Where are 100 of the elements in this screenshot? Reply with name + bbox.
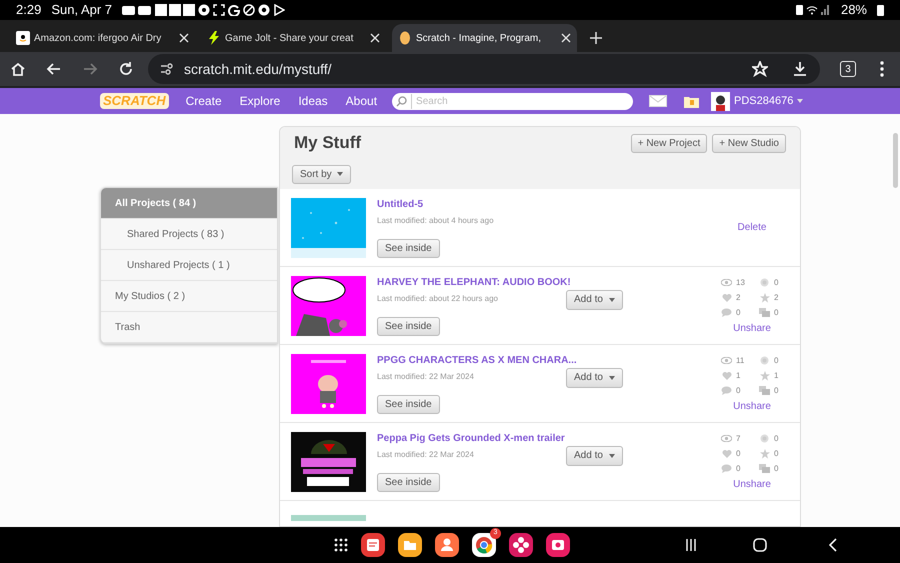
browser-icon [258, 4, 270, 16]
recent-apps-icon[interactable] [685, 538, 697, 552]
close-icon[interactable] [370, 33, 380, 43]
project-link[interactable]: Unshare [733, 320, 771, 336]
eye-icon [721, 279, 732, 286]
reload-icon[interactable] [118, 61, 134, 77]
last-modified: Last modified: 22 Mar 2024 [377, 370, 475, 382]
add-to-button[interactable]: Add to [566, 368, 623, 388]
tab-count-button[interactable]: 3 [840, 61, 856, 77]
sidebar-item[interactable]: Unshared Projects ( 1 ) [101, 250, 277, 281]
notes-app-icon[interactable] [361, 533, 385, 557]
sidebar-item[interactable]: Trash [101, 312, 277, 343]
project-title[interactable]: Untitled-5 [377, 198, 424, 212]
camera-app-icon[interactable] [546, 533, 570, 557]
project-link[interactable]: Unshare [733, 398, 771, 414]
stat-count: 0 [774, 384, 778, 396]
add-to-button[interactable]: Add to [566, 290, 623, 310]
stat-count: 0 [774, 306, 778, 318]
sidebar-item[interactable]: Shared Projects ( 83 ) [101, 219, 277, 250]
stat-count: 13 [736, 276, 745, 288]
circle-icon [759, 356, 770, 365]
browser-tab[interactable]: Scratch - Imagine, Program, [392, 24, 577, 52]
stat-count: 11 [736, 354, 744, 366]
squares-icon [759, 386, 770, 395]
site-settings-icon[interactable] [160, 63, 174, 75]
add-to-button[interactable]: Add to [566, 446, 623, 466]
new-button[interactable]: + New Project [630, 134, 708, 152]
heart-icon [721, 449, 732, 458]
see-inside-button[interactable]: See inside [377, 472, 440, 492]
home-button-icon[interactable] [753, 538, 767, 552]
nav-link[interactable]: Explore [240, 92, 280, 110]
status-date: Sun, Apr 7 [51, 1, 112, 20]
battery-level: 28% [840, 1, 867, 20]
last-modified: Last modified: about 22 hours ago [377, 292, 499, 304]
stat-count: 1 [736, 370, 740, 382]
messages-icon[interactable] [649, 95, 668, 107]
caret-icon[interactable] [797, 99, 804, 103]
stat-count: 7 [736, 432, 740, 444]
close-icon[interactable] [179, 33, 189, 43]
back-icon[interactable] [46, 61, 62, 77]
stat-count: 2 [774, 292, 778, 304]
site-icon [398, 31, 412, 45]
stat-count: 0 [736, 448, 740, 460]
caret-icon [608, 376, 615, 380]
folder-app-icon[interactable] [398, 533, 422, 557]
home-icon[interactable] [10, 61, 26, 77]
menu-icon[interactable] [880, 61, 884, 77]
see-inside-button[interactable]: See inside [377, 316, 440, 336]
avatar-icon[interactable] [711, 92, 730, 110]
caret-icon [608, 454, 615, 458]
star-icon[interactable] [752, 61, 768, 77]
nav-link[interactable]: Create [186, 92, 222, 110]
project-title[interactable]: HARVEY THE ELEPHANT: AUDIO BOOK! [377, 276, 571, 290]
forward-icon[interactable] [82, 61, 98, 77]
page-title: My Stuff [294, 132, 362, 154]
app-grid-icon[interactable] [334, 538, 348, 552]
see-inside-button[interactable]: See inside [377, 394, 440, 414]
contacts-app-icon[interactable] [435, 533, 459, 557]
star-icon [759, 370, 770, 380]
ball-icon [198, 4, 210, 16]
username[interactable]: PDS284676 [734, 92, 794, 110]
battery-icon [877, 4, 884, 16]
browser-app-icon[interactable] [472, 533, 496, 557]
flower-app-icon[interactable] [509, 533, 533, 557]
speech-bubble-icon [721, 386, 732, 395]
search-input[interactable]: Search [411, 94, 630, 108]
project-link[interactable]: Delete [738, 220, 766, 235]
heart-icon [721, 293, 732, 302]
back-button-icon[interactable] [829, 538, 837, 552]
sort-button[interactable]: Sort by [292, 164, 351, 184]
browser-tab[interactable]: Game Jolt - Share your creat [201, 24, 386, 52]
video-icon [122, 4, 152, 16]
nav-link[interactable]: Ideas [298, 92, 328, 110]
sidebar-item[interactable]: All Projects ( 84 ) [101, 188, 277, 219]
scrollbar-thumb[interactable] [893, 133, 898, 188]
stat-count: 0 [774, 276, 778, 288]
nav-link[interactable]: About [346, 92, 378, 110]
download-icon[interactable] [792, 61, 808, 77]
stat-count: 0 [774, 462, 778, 474]
my-stuff-icon[interactable] [683, 94, 700, 108]
browser-tab[interactable]: Amazon.com: ifergoo Air Dry [10, 24, 195, 52]
see-inside-button[interactable]: See inside [377, 238, 440, 258]
speech-bubble-icon [721, 308, 732, 317]
squares-icon [759, 464, 770, 473]
stat-count: 0 [736, 306, 740, 318]
stat-count: 0 [774, 354, 778, 366]
address-field[interactable]: scratch.mit.edu/mystuff/ [148, 54, 820, 84]
search-icon [396, 96, 408, 106]
new-button[interactable]: + New Studio [712, 134, 786, 152]
project-title[interactable]: PPGG CHARACTERS AS X MEN CHARA... [377, 354, 577, 368]
new-tab-icon[interactable] [589, 31, 603, 45]
stat-count: 0 [774, 432, 778, 444]
project-link[interactable]: Unshare [733, 476, 771, 492]
close-icon[interactable] [561, 33, 571, 43]
sidebar-item[interactable]: My Studios ( 2 ) [101, 281, 277, 312]
stat-count: 0 [774, 448, 778, 460]
search-field[interactable]: Search [392, 92, 634, 110]
circle-icon [759, 434, 770, 443]
circle-icon [759, 278, 770, 287]
project-title[interactable]: Peppa Pig Gets Grounded X-men trailer [377, 432, 565, 446]
